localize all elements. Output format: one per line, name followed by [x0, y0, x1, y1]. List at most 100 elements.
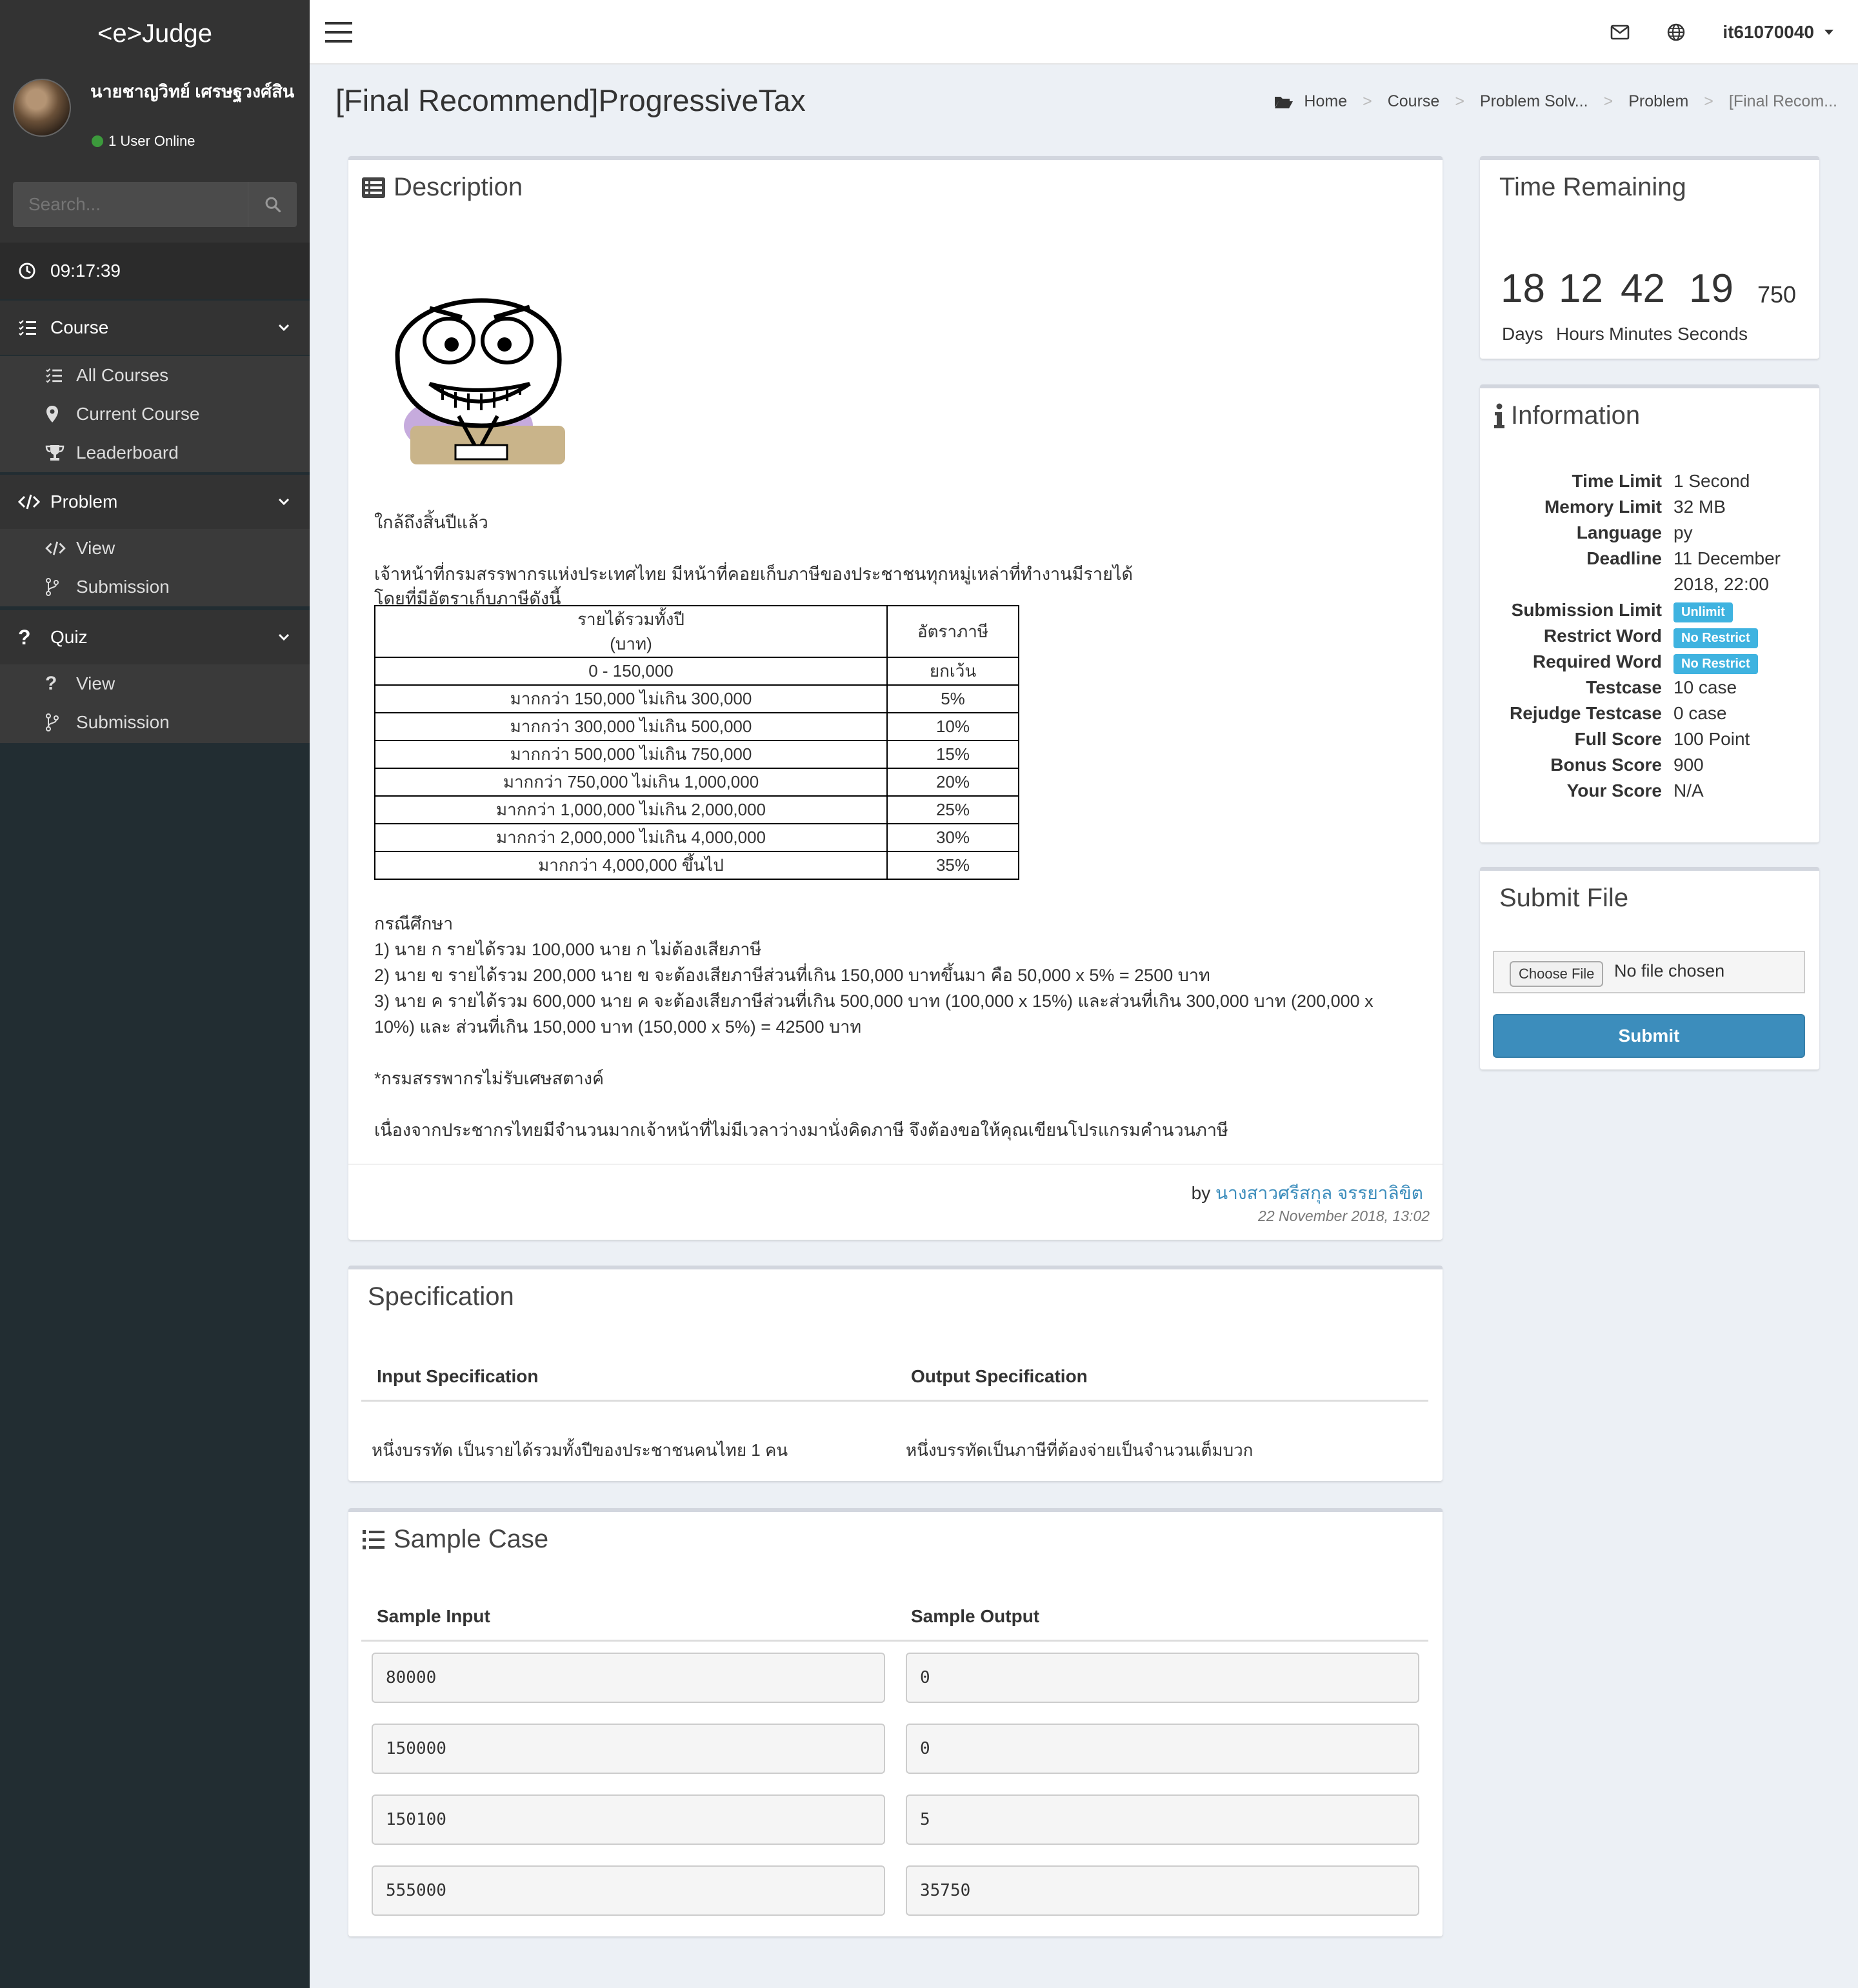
table-row: มากกว่า 1,000,000 ไม่เกิน 2,000,000 25% [374, 795, 1019, 824]
author-link[interactable]: นางสาวศรีสกุล จรรยาลิขิต [1215, 1183, 1423, 1203]
info-deadline-cont: 2018, 22:00 [1673, 574, 1769, 594]
no-file-text: No file chosen [1614, 961, 1725, 980]
sample-input-field[interactable]: 555000 [372, 1865, 885, 1916]
table-row: มากกว่า 300,000 ไม่เกิน 500,000 10% [374, 712, 1019, 741]
sample-output-field[interactable]: 5 [906, 1794, 1419, 1845]
code-icon [45, 529, 66, 568]
submit-file-title: Submit File [1499, 884, 1629, 912]
list-ol-icon [363, 1529, 385, 1549]
page-title: [Final Recommend]ProgressiveTax [335, 83, 806, 117]
search-input[interactable] [13, 182, 248, 227]
information-title: Information [1511, 401, 1641, 430]
information-header: Information [1493, 401, 1640, 430]
submit-button[interactable]: Submit [1493, 1014, 1805, 1058]
info-your-score: Your Score N/A [1566, 780, 1704, 800]
info-time-limit: Time Limit 1 Second [1572, 471, 1750, 491]
mail-icon[interactable] [1610, 25, 1630, 40]
sample-input-field[interactable]: 80000 [372, 1653, 885, 1703]
by-label: by [1191, 1183, 1211, 1203]
table-row: มากกว่า 500,000 ไม่เกิน 750,000 15% [374, 740, 1019, 769]
hamburger-menu-icon[interactable] [325, 22, 352, 46]
user-menu[interactable]: it61070040 [1723, 22, 1835, 43]
author-line: by นางสาวศรีสกุล จรรยาลิขิต [1192, 1179, 1423, 1208]
breadcrumb-course[interactable]: Course [1388, 92, 1440, 111]
choose-file-button[interactable]: Choose File [1510, 961, 1604, 987]
table-cell: มากกว่า 2,000,000 ไม่เกิน 4,000,000 [374, 823, 888, 852]
sidebar-course-label: Course [50, 317, 109, 337]
sidebar-quiz[interactable]: ? Quiz [0, 610, 310, 664]
clock: 09:17:39 [0, 243, 310, 299]
sidebar-course[interactable]: Course [0, 301, 310, 355]
table-cell: มากกว่า 300,000 ไม่เกิน 500,000 [374, 712, 888, 741]
search-button[interactable] [248, 182, 297, 227]
sidebar-item-quiz-submission[interactable]: Submission [0, 703, 310, 742]
chevron-down-icon [277, 475, 290, 529]
sample-output-field[interactable]: 35750 [906, 1865, 1419, 1916]
table-header-cell: อัตราภาษี [886, 605, 1019, 658]
table-cell: 10% [886, 712, 1019, 741]
sidebar-item-label: All Courses [76, 365, 169, 385]
desc-line-1: ใกล้ถึงสิ้นปีแล้ว [374, 513, 488, 532]
breadcrumb-problem[interactable]: Problem [1628, 92, 1688, 111]
label-hours: Hours [1556, 324, 1604, 344]
countdown-hours: 12 [1559, 266, 1603, 311]
breadcrumb-problem-solving[interactable]: Problem Solv... [1480, 92, 1588, 111]
desc-line-2: เจ้าหน้าที่กรมสรรพากรแห่งประเทศไทย มีหน้… [374, 564, 1134, 584]
table-cell: 20% [886, 768, 1019, 797]
table-row: มากกว่า 2,000,000 ไม่เกิน 4,000,000 30% [374, 823, 1019, 852]
sidebar-item-leaderboard[interactable]: Leaderboard [0, 433, 310, 472]
problem-submenu: View Submission [0, 529, 310, 606]
sample-input-field[interactable]: 150100 [372, 1794, 885, 1845]
note: *กรมสรรพากรไม่รับเศษสตางค์ [374, 1069, 604, 1088]
post-date: 22 November 2018, 13:02 [1258, 1208, 1430, 1224]
sidebar-item-label: Submission [76, 577, 170, 597]
sidebar-quiz-label: Quiz [50, 627, 88, 647]
topbar: it61070040 [310, 0, 1858, 65]
sidebar-item-label: View [76, 673, 115, 693]
sample-output-field[interactable]: 0 [906, 1653, 1419, 1703]
table-cell: 35% [886, 851, 1019, 880]
course-submenu: All Courses Current Course Leaderboard [0, 356, 310, 472]
table-cell: 30% [886, 823, 1019, 852]
clock-time: 09:17:39 [50, 261, 121, 281]
submit-file-box: Submit File Choose File No file chosen S… [1480, 867, 1819, 1069]
sidebar-problem[interactable]: Problem [0, 475, 310, 529]
sample-input-field[interactable]: 150000 [372, 1724, 885, 1774]
info-required-word: Required Word No Restrict [1480, 651, 1822, 677]
info-deadline: Deadline 11 December [1586, 548, 1781, 568]
table-cell: 5% [886, 684, 1019, 713]
specification-title: Specification [368, 1282, 514, 1311]
tax-rate-table: รายได้รวมทั้งปี (บาท) อัตราภาษี 0 - 150,0… [374, 605, 1019, 880]
status-badge: Unlimit [1673, 602, 1733, 622]
map-marker-icon [45, 395, 59, 433]
breadcrumb-separator: > [1455, 92, 1464, 110]
sidebar-item-problem-view[interactable]: View [0, 529, 310, 568]
sample-output-field[interactable]: 0 [906, 1724, 1419, 1774]
countdown-seconds: 19 [1689, 266, 1733, 311]
description-header: Description [361, 173, 523, 202]
input-spec-header: Input Specification [377, 1366, 539, 1386]
input-spec: หนึ่งบรรทัด เป็นรายได้รวมทั้งปีของประชาช… [372, 1440, 788, 1460]
sample-output-header: Sample Output [911, 1606, 1040, 1626]
clock-icon [19, 263, 35, 279]
table-row: มากกว่า 150,000 ไม่เกิน 300,000 5% [374, 684, 1019, 713]
globe-icon[interactable] [1667, 23, 1685, 41]
quiz-submenu: ? View Submission [0, 664, 310, 743]
list-alt-icon [362, 177, 385, 198]
sidebar-item-label: Leaderboard [76, 442, 179, 462]
sidebar-item-problem-submission[interactable]: Submission [0, 568, 310, 606]
folder-open-icon [1275, 96, 1294, 108]
sidebar-item-quiz-view[interactable]: ? View [0, 664, 310, 703]
file-input[interactable]: Choose File No file chosen [1493, 951, 1805, 993]
sidebar-item-all-courses[interactable]: All Courses [0, 356, 310, 395]
caret-down-icon [1824, 30, 1833, 35]
specification-box: Specification Input Specification Output… [348, 1266, 1443, 1481]
online-text: 1 User Online [108, 133, 195, 149]
sidebar-item-label: View [76, 538, 115, 558]
table-cell: ยกเว้น [886, 657, 1019, 686]
brand-logo[interactable]: <e>Judge [0, 0, 310, 65]
sidebar-item-current-course[interactable]: Current Course [0, 395, 310, 433]
breadcrumb-home[interactable]: Home [1304, 92, 1347, 111]
info-icon [1494, 403, 1504, 428]
countdown-minutes: 42 [1621, 266, 1665, 311]
